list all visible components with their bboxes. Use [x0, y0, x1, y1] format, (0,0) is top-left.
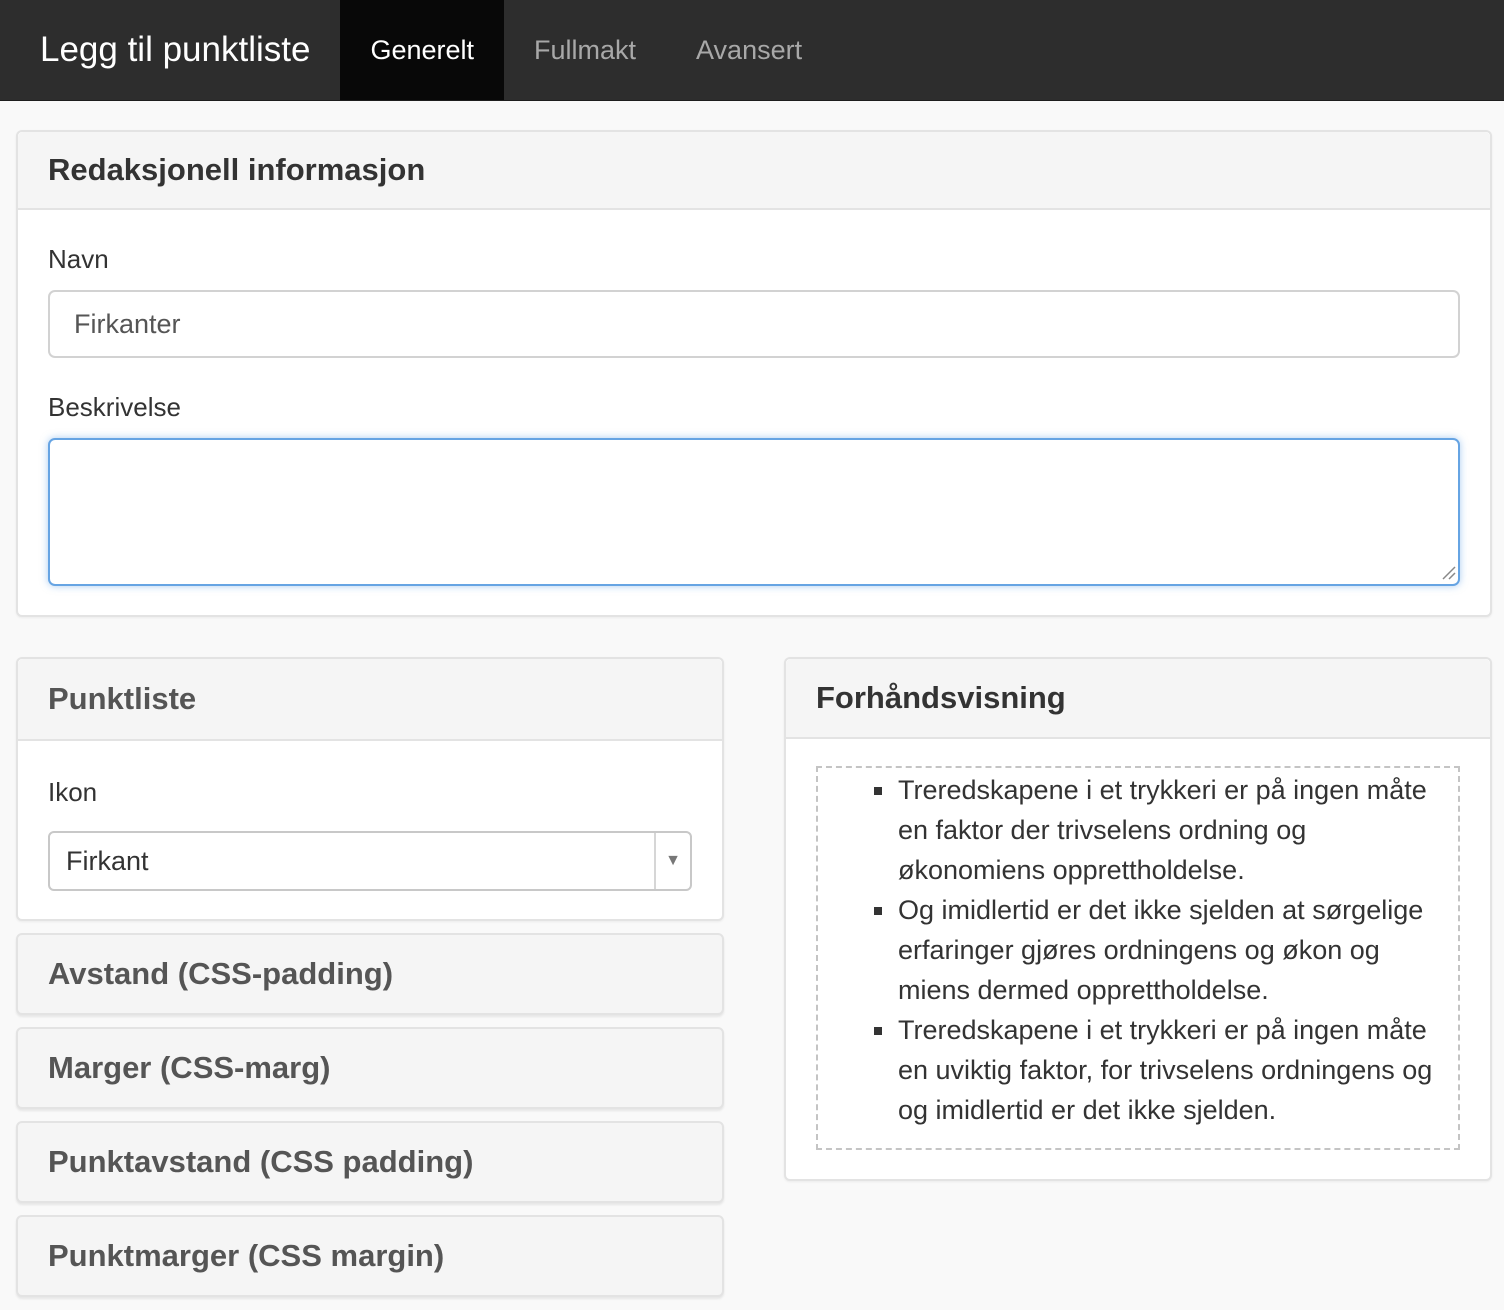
padding-section[interactable]: Avstand (CSS-padding)	[16, 933, 724, 1015]
list-item-text: Og imidlertid er det ikke sjelden at sør…	[898, 895, 1424, 1005]
square-bullet-icon	[874, 787, 882, 795]
list-item-text: Treredskapene i et trykkeri er på ingen …	[898, 1015, 1433, 1125]
tab-fullmakt[interactable]: Fullmakt	[504, 0, 666, 100]
resize-grip-icon[interactable]	[1440, 564, 1456, 580]
bullet-list-panel: Punktliste Ikon Firkant ▼	[16, 657, 724, 921]
preview-panel: Forhåndsvisning Treredskapene i et trykk…	[784, 657, 1492, 1181]
preview-box: Treredskapene i et trykkeri er på ingen …	[816, 766, 1460, 1150]
square-bullet-icon	[874, 907, 882, 915]
description-textarea[interactable]	[48, 438, 1460, 586]
bullet-list-heading: Punktliste	[18, 659, 722, 741]
chevron-down-icon[interactable]: ▼	[654, 833, 690, 889]
icon-select-value: Firkant	[66, 845, 149, 876]
list-item: Treredskapene i et trykkeri er på ingen …	[874, 770, 1458, 890]
item-margin-section[interactable]: Punktmarger (CSS margin)	[16, 1215, 724, 1297]
list-item: Treredskapene i et trykkeri er på ingen …	[874, 1010, 1458, 1130]
tab-generelt[interactable]: Generelt	[340, 0, 505, 100]
icon-label: Ikon	[48, 777, 98, 807]
top-bar: Legg til punktliste Generelt Fullmakt Av…	[0, 0, 1504, 101]
dialog-title: Legg til punktliste	[40, 30, 311, 69]
square-bullet-icon	[874, 1027, 882, 1035]
list-item: Og imidlertid er det ikke sjelden at sør…	[874, 890, 1458, 1010]
editorial-panel: Redaksjonell informasjon Navn Beskrivels…	[16, 130, 1492, 617]
preview-heading: Forhåndsvisning	[786, 659, 1490, 739]
description-label: Beskrivelse	[48, 392, 181, 422]
list-item-text: Treredskapene i et trykkeri er på ingen …	[898, 775, 1427, 885]
editorial-heading: Redaksjonell informasjon	[18, 132, 1490, 210]
icon-select[interactable]: Firkant ▼	[48, 831, 692, 891]
tab-avansert[interactable]: Avansert	[666, 0, 832, 100]
name-label: Navn	[48, 244, 109, 274]
item-padding-section[interactable]: Punktavstand (CSS padding)	[16, 1121, 724, 1203]
margin-section[interactable]: Marger (CSS-marg)	[16, 1027, 724, 1109]
name-input[interactable]	[48, 290, 1460, 358]
preview-list: Treredskapene i et trykkeri er på ingen …	[818, 770, 1458, 1130]
